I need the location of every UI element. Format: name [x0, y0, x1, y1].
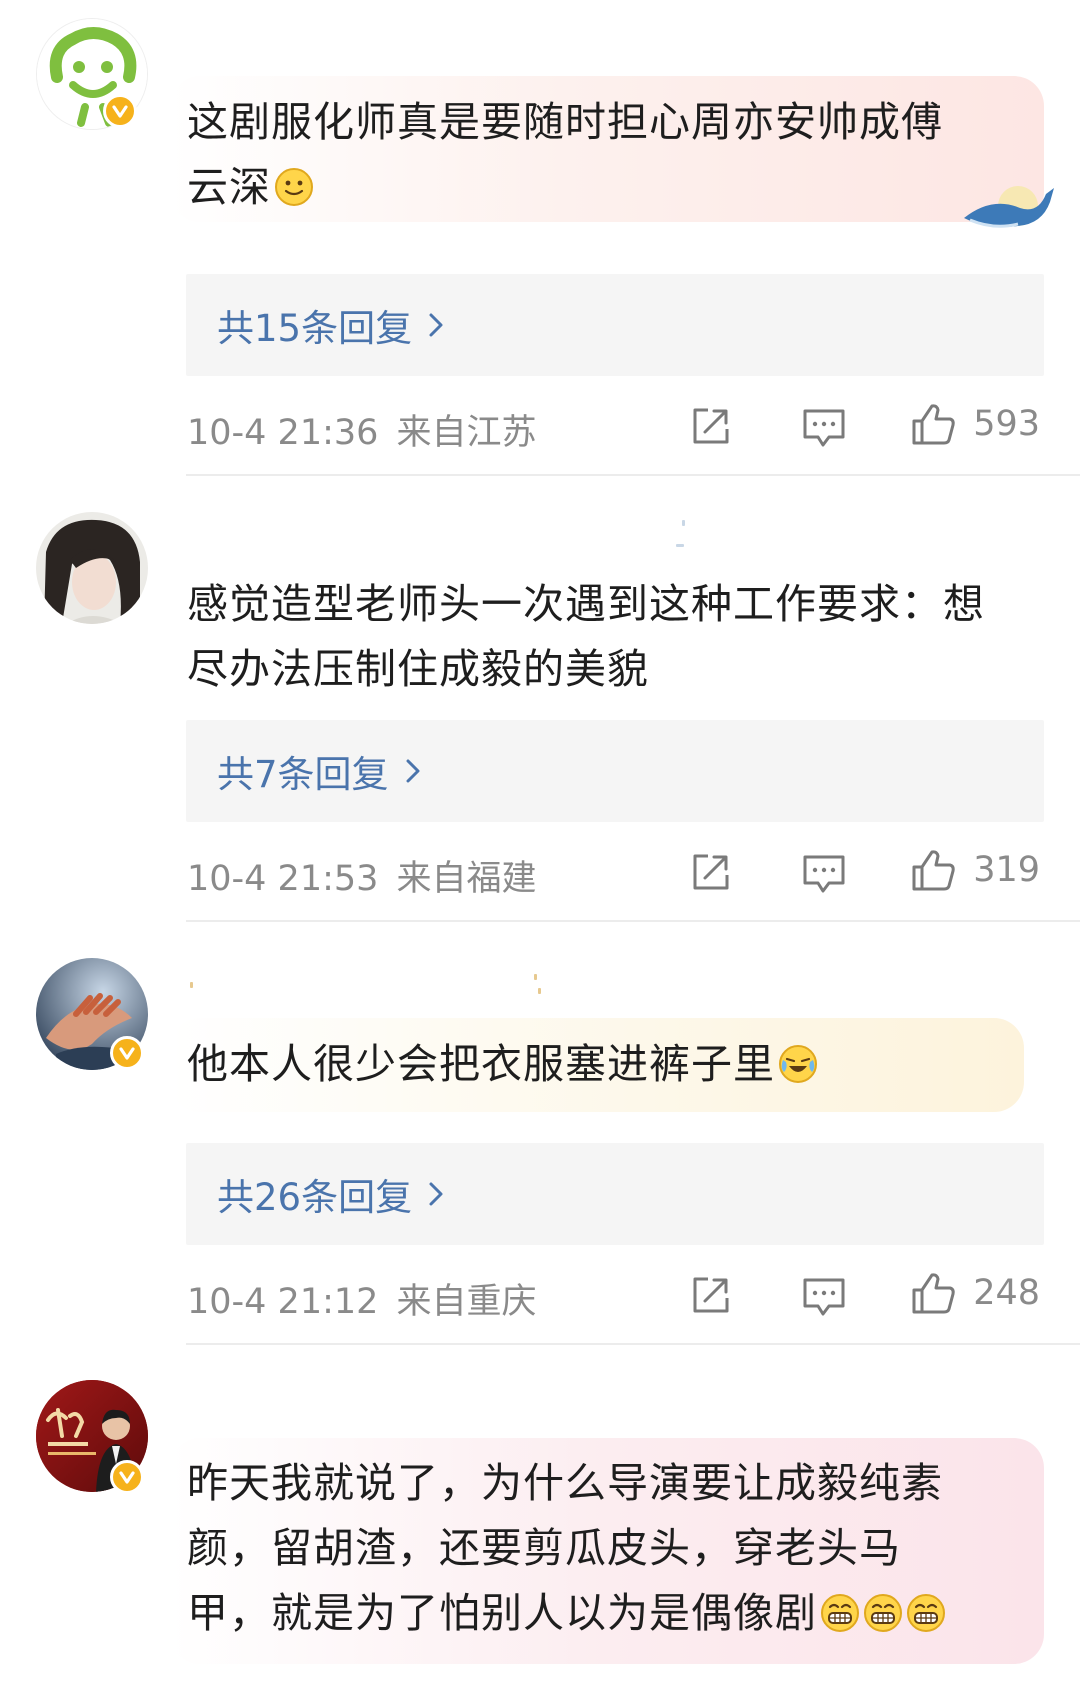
comment-icon[interactable] — [801, 851, 847, 897]
comment-text-line: 昨天我就说了，为什么导演要让成毅纯素 — [187, 1459, 943, 1507]
decoration-dot — [682, 520, 685, 526]
replies-label: 共26条回复 — [217, 1176, 413, 1219]
comment-text: 昨天我就说了，为什么导演要让成毅纯素 颜，留胡渣，还要剪瓜皮头，穿老头马 甲，就… — [187, 1451, 946, 1646]
portrait-avatar-icon — [36, 512, 148, 624]
thumbs-up-icon[interactable] — [910, 401, 956, 447]
laugh-cry-emoji-icon — [779, 1045, 817, 1083]
comment-text-line: 尽办法压制住成毅的美貌 — [187, 645, 649, 693]
thumbs-up-icon[interactable] — [910, 847, 956, 893]
comment-location: 来自江苏 — [396, 413, 537, 453]
share-icon[interactable] — [688, 403, 734, 449]
chevron-right-icon — [428, 304, 444, 347]
decoration-dot — [676, 544, 684, 547]
like-count: 248 — [973, 1273, 1040, 1313]
share-icon[interactable] — [688, 849, 734, 895]
thumbs-up-icon[interactable] — [910, 1270, 956, 1316]
grin-emoji-icon — [864, 1594, 902, 1632]
comment-time: 10-4 21:12 — [187, 1282, 379, 1322]
avatar[interactable] — [36, 512, 148, 624]
comment-meta: 10-4 21:12 来自重庆 — [187, 1273, 536, 1324]
whale-sticker-icon — [964, 186, 1054, 228]
comment-meta: 10-4 21:36 来自江苏 — [187, 404, 536, 455]
chevron-right-icon — [428, 1173, 444, 1216]
comment-icon[interactable] — [801, 1274, 847, 1320]
comment-text-line: 甲，就是为了怕别人以为是偶像剧 — [187, 1589, 817, 1637]
comment-text: 这剧服化师真是要随时担心周亦安帅成傅 云深 — [187, 90, 943, 220]
divider — [186, 920, 1080, 922]
decoration-dot — [538, 988, 541, 994]
comment-meta: 10-4 21:53 来自福建 — [187, 850, 536, 901]
view-replies-button[interactable]: 共26条回复 — [186, 1143, 1044, 1245]
decoration-dot — [190, 982, 193, 988]
comment-text-line: 这剧服化师真是要随时担心周亦安帅成傅 — [187, 98, 943, 146]
smile-emoji-icon — [275, 168, 313, 206]
like-count: 319 — [973, 850, 1040, 890]
comment-text: 他本人很少会把衣服塞进裤子里 — [187, 1032, 818, 1097]
comment-text: 感觉造型老师头一次遇到这种工作要求：想 尽办法压制住成毅的美貌 — [187, 572, 985, 702]
comment-location: 来自重庆 — [396, 1282, 537, 1322]
comment-text-line: 感觉造型老师头一次遇到这种工作要求：想 — [187, 580, 985, 628]
view-replies-button[interactable]: 共7条回复 — [186, 720, 1044, 822]
like-count: 593 — [973, 404, 1040, 444]
comment-icon[interactable] — [801, 405, 847, 451]
verified-badge-icon — [103, 94, 137, 128]
grin-emoji-icon — [821, 1594, 859, 1632]
verified-badge-icon — [110, 1036, 144, 1070]
share-icon[interactable] — [688, 1272, 734, 1318]
comment-text-line: 颜，留胡渣，还要剪瓜皮头，穿老头马 — [187, 1524, 901, 1572]
grin-emoji-icon — [907, 1594, 945, 1632]
view-replies-button[interactable]: 共15条回复 — [186, 274, 1044, 376]
decoration-dot — [534, 974, 537, 980]
verified-badge-icon — [110, 1460, 144, 1494]
chevron-right-icon — [405, 750, 421, 793]
comment-text-line: 他本人很少会把衣服塞进裤子里 — [187, 1040, 775, 1088]
comment-text-line: 云深 — [187, 163, 271, 211]
replies-label: 共7条回复 — [217, 753, 389, 796]
comment-time: 10-4 21:36 — [187, 413, 379, 453]
replies-label: 共15条回复 — [217, 307, 413, 350]
divider — [186, 474, 1080, 476]
comment-location: 来自福建 — [396, 859, 537, 899]
comment-time: 10-4 21:53 — [187, 859, 379, 899]
divider — [186, 1343, 1080, 1345]
